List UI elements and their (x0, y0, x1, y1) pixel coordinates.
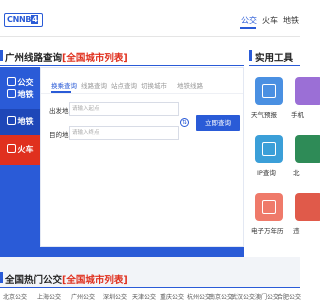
route-section-title: 广州线路查询[全国城市列表] (5, 50, 128, 64)
nav-active-indicator (240, 27, 256, 29)
side-tab-subway-top[interactable]: 地铁 (0, 89, 40, 100)
side-tab-label: 地铁 (17, 90, 34, 99)
side-tab-bus[interactable]: 公交 (0, 77, 40, 88)
side-tab-subway[interactable]: 地铁 (0, 109, 40, 135)
city-link[interactable]: 武汉公交 (231, 292, 255, 300)
subtab-transfer[interactable]: 换乘查询 (51, 80, 77, 90)
city-link[interactable]: 上海公交 (37, 292, 61, 300)
tool-label-phone[interactable]: 手机 (291, 109, 304, 119)
logo-badge: 4 (31, 15, 39, 24)
to-label: 目的地 (49, 131, 69, 139)
city-link[interactable]: 北京公交 (3, 292, 27, 300)
nav-bus[interactable]: 公交 (241, 15, 257, 26)
from-label: 出发地 (49, 107, 69, 115)
top-navbar: CNNB4 公交 火车 地铁 (0, 0, 300, 36)
side-tab-train[interactable]: 火车 (0, 135, 40, 165)
subway-icon (6, 116, 16, 125)
tool-label-violation[interactable]: 违 (293, 225, 300, 235)
tools-grid: 天气预报 手机 IP查询 北 电子万年历 违 (249, 67, 320, 257)
calendar-glyph (262, 200, 276, 214)
subtab-line[interactable]: 线路查询 (81, 80, 107, 90)
subtab-subway-lines[interactable]: 地铁线路 (177, 80, 203, 90)
city-list-link[interactable]: [全国城市列表] (62, 275, 128, 286)
hot-section-title: 全国热门公交[全国城市列表] (5, 272, 128, 286)
logo-text: CNNB (7, 15, 32, 24)
train-icon (6, 144, 16, 153)
calendar-icon[interactable] (255, 193, 283, 221)
route-title-underline (0, 65, 244, 66)
tool-label-north[interactable]: 北 (293, 167, 300, 177)
city-link[interactable]: 深圳公交 (103, 292, 127, 300)
search-button[interactable]: 立即查询 (196, 115, 240, 131)
side-tab-label: 地铁 (17, 117, 34, 126)
hot-title-underline (0, 287, 300, 288)
compass-icon[interactable] (295, 135, 320, 163)
hot-title-text: 全国热门公交 (5, 275, 63, 286)
city-list-link[interactable]: [全国城市列表] (62, 53, 128, 64)
from-input[interactable]: 请输入起点 (69, 102, 179, 116)
section-marker (249, 50, 252, 61)
nav-subway[interactable]: 地铁 (283, 15, 299, 26)
city-link[interactable]: 重庆公交 (160, 292, 184, 300)
weather-icon[interactable] (255, 77, 283, 105)
bus-icon (6, 77, 16, 86)
city-link[interactable]: 合肥公交 (277, 292, 301, 300)
to-input[interactable]: 请输入终点 (69, 126, 179, 140)
city-link[interactable]: 广州公交 (71, 292, 95, 300)
city-link[interactable]: 杭州公交 (187, 292, 211, 300)
route-title-text: 广州线路查询 (5, 53, 63, 64)
route-query-panel: 换乘查询 线路查询 站点查询 切换城市 地铁线路 出发地 请输入起点 目的地 请… (40, 67, 244, 247)
monitor-icon[interactable] (255, 135, 283, 163)
site-logo[interactable]: CNNB4 (4, 13, 43, 27)
tools-section-title: 实用工具 (255, 53, 294, 64)
header-divider (0, 36, 300, 37)
weather-glyph (262, 84, 276, 98)
tool-label-weather[interactable]: 天气预报 (251, 109, 277, 119)
transport-side-tabs: 公交 地铁 地铁 火车 (0, 67, 40, 257)
tool-label-ip[interactable]: IP查询 (257, 167, 276, 177)
car-icon[interactable] (295, 193, 320, 221)
subtab-station[interactable]: 站点查询 (111, 80, 137, 90)
subtab-switch-city[interactable]: 切换城市 (141, 80, 167, 90)
city-link[interactable]: 澳门公交 (255, 292, 279, 300)
tools-title-underline (249, 65, 300, 66)
section-marker (0, 272, 3, 283)
tool-label-calendar[interactable]: 电子万年历 (251, 225, 284, 235)
city-link[interactable]: 天津公交 (132, 292, 156, 300)
phone-icon[interactable] (295, 77, 320, 105)
swap-icon[interactable]: ⇅ (180, 118, 189, 127)
nav-train[interactable]: 火车 (262, 15, 278, 26)
panel-footer-band (40, 247, 244, 257)
subtab-divider (41, 93, 243, 94)
city-link[interactable]: 南京公交 (209, 292, 233, 300)
side-tab-label: 火车 (17, 145, 34, 154)
subway-icon (6, 89, 16, 98)
section-marker (0, 50, 3, 61)
side-tab-label: 公交 (17, 78, 34, 87)
monitor-glyph (262, 142, 276, 156)
